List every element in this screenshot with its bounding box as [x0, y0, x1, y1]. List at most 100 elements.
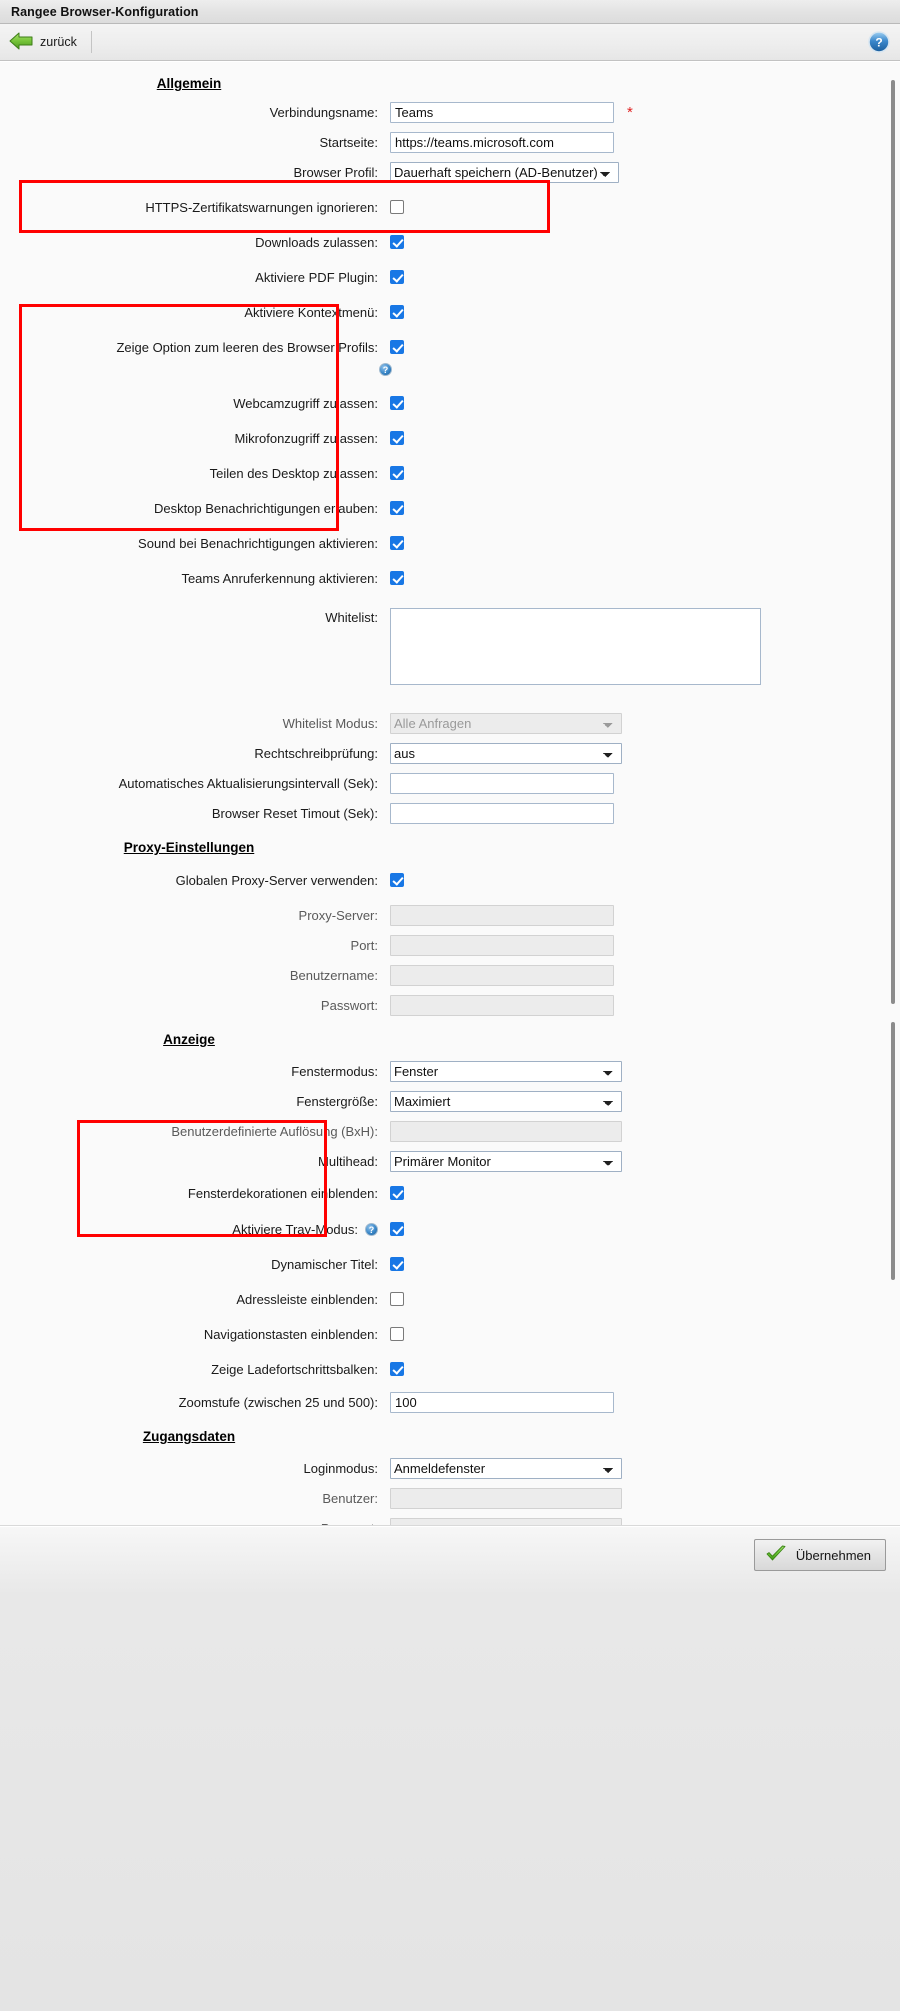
proxy-passwort-input[interactable]: [390, 995, 614, 1016]
row-dynamischer-titel: Dynamischer Titel:: [0, 1254, 900, 1274]
section-title-allgemein: Allgemein: [156, 76, 222, 91]
aufloesung-input[interactable]: [390, 1121, 622, 1142]
row-webcam: Webcamzugriff zulassen:: [0, 393, 900, 413]
label-fenstergroesse: Fenstergröße:: [296, 1094, 378, 1109]
row-whitelist-modus: Whitelist Modus: Alle Anfragen: [0, 713, 900, 734]
section-anzeige: Anzeige: [0, 1032, 900, 1047]
apply-button-label: Übernehmen: [795, 1547, 871, 1563]
label-proxy-port: Port:: [350, 938, 378, 953]
desktop-teilen-checkbox[interactable]: [390, 466, 404, 480]
toolbar: zurück ?: [0, 24, 900, 61]
label-teams-anruferkennung: Teams Anruferkennung aktivieren:: [181, 570, 378, 586]
label-whitelist-modus: Whitelist Modus:: [282, 716, 378, 731]
leeren-profil-info-icon[interactable]: ?: [379, 362, 392, 376]
label-mikrofon: Mikrofonzugriff zulassen:: [234, 430, 378, 446]
pdf-plugin-checkbox[interactable]: [390, 270, 404, 284]
multihead-select[interactable]: Primärer Monitor: [390, 1151, 622, 1172]
row-https-zertifikat: HTTPS-Zertifikatswarnungen ignorieren:: [0, 197, 900, 217]
scrollbar-thumb-outer[interactable]: [891, 80, 895, 1004]
row-browser-profil: Browser Profil: Dauerhaft speichern (AD-…: [0, 162, 900, 183]
label-desktop-teilen: Teilen des Desktop zulassen:: [209, 465, 378, 481]
browser-reset-input[interactable]: [390, 803, 614, 824]
scrollbar-thumb-inner[interactable]: [891, 1022, 895, 1280]
teams-anruferkennung-checkbox[interactable]: [390, 571, 404, 585]
fenstermodus-select[interactable]: Fenster: [390, 1061, 622, 1082]
proxy-server-input[interactable]: [390, 905, 614, 926]
arrow-left-green-icon: [8, 30, 34, 55]
login-passwort-input[interactable]: [390, 1518, 622, 1525]
row-navigationstasten: Navigationstasten einblenden:: [0, 1324, 900, 1344]
green-check-icon: [765, 1545, 787, 1566]
desktop-benachrichtigungen-checkbox[interactable]: [390, 501, 404, 515]
label-browser-reset: Browser Reset Timout (Sek):: [211, 806, 378, 821]
proxy-benutzername-input[interactable]: [390, 965, 614, 986]
proxy-port-input[interactable]: [390, 935, 614, 956]
row-zoomstufe: Zoomstufe (zwischen 25 und 500):: [0, 1392, 900, 1413]
row-login-benutzer: Benutzer:: [0, 1488, 900, 1509]
section-proxy: Proxy-Einstellungen: [0, 840, 900, 855]
tray-modus-checkbox[interactable]: [390, 1222, 404, 1236]
loginmodus-select[interactable]: Anmeldefenster: [390, 1458, 622, 1479]
zoomstufe-input[interactable]: [390, 1392, 614, 1413]
row-downloads: Downloads zulassen:: [0, 232, 900, 252]
verbindungsname-input[interactable]: [390, 102, 614, 123]
row-aktualisierungsintervall: Automatisches Aktualisierungsintervall (…: [0, 773, 900, 794]
back-button-label: zurück: [40, 35, 77, 49]
label-pdf-plugin: Aktiviere PDF Plugin:: [255, 269, 378, 285]
sound-benachrichtigungen-checkbox[interactable]: [390, 536, 404, 550]
globaler-proxy-checkbox[interactable]: [390, 873, 404, 887]
section-zugangsdaten: Zugangsdaten: [0, 1429, 900, 1444]
section-title-zugangsdaten: Zugangsdaten: [142, 1429, 236, 1444]
label-desktop-benachrichtigungen: Desktop Benachrichtigungen erlauben:: [153, 500, 378, 516]
apply-button[interactable]: Übernehmen: [753, 1539, 886, 1571]
label-proxy-passwort: Passwort:: [320, 998, 378, 1013]
label-sound-benachrichtigungen: Sound bei Benachrichtigungen aktivieren:: [138, 535, 378, 551]
whitelist-modus-select[interactable]: Alle Anfragen: [390, 713, 622, 734]
row-desktop-benachrichtigungen: Desktop Benachrichtigungen erlauben:: [0, 498, 900, 518]
whitelist-textarea[interactable]: [390, 608, 761, 685]
fensterdekorationen-checkbox[interactable]: [390, 1186, 404, 1200]
aktualisierungsintervall-input[interactable]: [390, 773, 614, 794]
webcam-checkbox[interactable]: [390, 396, 404, 410]
label-fenstermodus: Fenstermodus:: [291, 1064, 378, 1079]
row-proxy-benutzername: Benutzername:: [0, 965, 900, 986]
kontextmenue-checkbox[interactable]: [390, 305, 404, 319]
downloads-checkbox[interactable]: [390, 235, 404, 249]
required-star: *: [627, 104, 633, 121]
label-tray-modus: Aktiviere Tray-Modus: ?: [0, 1222, 390, 1237]
window-titlebar: Rangee Browser-Konfiguration: [0, 0, 900, 24]
label-loginmodus: Loginmodus:: [303, 1461, 378, 1476]
dynamischer-titel-checkbox[interactable]: [390, 1257, 404, 1271]
settings-scroll-area[interactable]: Allgemein Verbindungsname: * Startseite:…: [0, 62, 900, 1526]
row-fenstermodus: Fenstermodus: Fenster: [0, 1061, 900, 1082]
https-zertifikat-checkbox[interactable]: [390, 200, 404, 214]
label-login-passwort: Passwort:: [0, 1521, 390, 1525]
label-proxy-server: Proxy-Server:: [298, 908, 378, 923]
help-circle-icon[interactable]: ?: [868, 31, 890, 53]
row-startseite: Startseite:: [0, 132, 900, 153]
label-browser-profil: Browser Profil:: [293, 165, 378, 180]
label-downloads: Downloads zulassen:: [255, 234, 378, 250]
row-tray-modus: Aktiviere Tray-Modus: ?: [0, 1219, 900, 1239]
back-button[interactable]: zurück: [6, 28, 83, 57]
label-leeren-profil: Zeige Option zum leeren des Browser Prof…: [116, 339, 378, 355]
row-fenstergroesse: Fenstergröße: Maximiert: [0, 1091, 900, 1112]
ladefortschritt-checkbox[interactable]: [390, 1362, 404, 1376]
footer-bar: Übernehmen: [0, 1527, 900, 2011]
mikrofon-checkbox[interactable]: [390, 431, 404, 445]
fenstergroesse-select[interactable]: Maximiert: [390, 1091, 622, 1112]
rechtschreibpruefung-select[interactable]: aus: [390, 743, 622, 764]
row-rechtschreibpruefung: Rechtschreibprüfung: aus: [0, 743, 900, 764]
startseite-input[interactable]: [390, 132, 614, 153]
tray-modus-info-icon[interactable]: ?: [365, 1222, 378, 1236]
row-proxy-passwort: Passwort:: [0, 995, 900, 1016]
label-adressleiste: Adressleiste einblenden:: [236, 1291, 378, 1307]
leeren-profil-checkbox[interactable]: [390, 340, 404, 354]
label-zoomstufe: Zoomstufe (zwischen 25 und 500):: [178, 1395, 378, 1410]
browser-profil-select[interactable]: Dauerhaft speichern (AD-Benutzer): [390, 162, 619, 183]
navigationstasten-checkbox[interactable]: [390, 1327, 404, 1341]
row-leeren-profil-info: ?: [0, 359, 900, 379]
adressleiste-checkbox[interactable]: [390, 1292, 404, 1306]
label-startseite: Startseite:: [319, 135, 378, 150]
login-benutzer-input[interactable]: [390, 1488, 622, 1509]
